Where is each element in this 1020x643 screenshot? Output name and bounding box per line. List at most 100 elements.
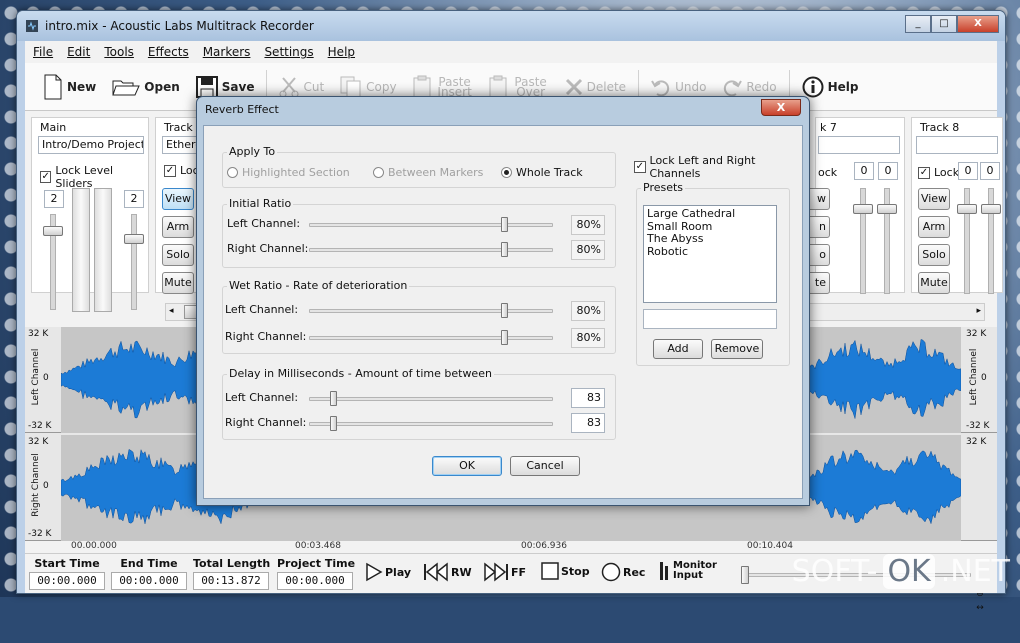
remove-preset-button[interactable]: Remove xyxy=(711,339,763,359)
ok-button[interactable]: OK xyxy=(432,456,502,476)
project-time-field: Project Time 00:00.000 xyxy=(277,557,355,590)
track-8-right-value[interactable]: 0 xyxy=(980,162,1000,180)
menu-help[interactable]: Help xyxy=(328,45,355,59)
menu-bar: File Edit Tools Effects Markers Settings… xyxy=(25,41,997,63)
dialog-body: Apply To Highlighted Section Between Mar… xyxy=(203,125,803,499)
preset-item[interactable]: Robotic xyxy=(647,245,773,259)
watermark-logo: SOFT- OK .NET xyxy=(791,554,1010,589)
cancel-button[interactable]: Cancel xyxy=(510,456,580,476)
main-right-slider[interactable] xyxy=(124,234,144,244)
track-8-view-button[interactable]: View xyxy=(918,188,950,210)
track-7-left-value[interactable]: 0 xyxy=(854,162,874,180)
minimize-button[interactable]: _ xyxy=(905,15,931,33)
preset-item[interactable]: Large Cathedral xyxy=(647,207,773,221)
main-mixer: Main Intro/Demo Project ✓ Lock Level Slid… xyxy=(31,117,149,312)
menu-file[interactable]: File xyxy=(33,45,53,59)
record-icon xyxy=(601,562,621,582)
track-8-lock-checkbox[interactable]: ✓ Lock xyxy=(918,166,959,179)
title-bar[interactable]: intro.mix - Acoustic Labs Multitrack Rec… xyxy=(17,11,1005,41)
delay-right-input[interactable]: 83 xyxy=(571,413,605,433)
apply-to-group: Apply To Highlighted Section Between Mar… xyxy=(222,145,616,188)
scroll-right-arrow-icon[interactable]: ▸ xyxy=(976,306,981,316)
wet-ratio-right-slider[interactable] xyxy=(501,330,509,345)
stop-button[interactable]: Stop xyxy=(541,562,590,580)
track-7-name-field[interactable] xyxy=(818,136,900,154)
track-8-name-field[interactable] xyxy=(916,136,998,154)
wet-ratio-left-value: 80% xyxy=(571,301,605,321)
initial-ratio-right-slider[interactable] xyxy=(501,242,509,257)
preset-name-input[interactable] xyxy=(643,309,777,329)
maximize-button[interactable]: □ xyxy=(931,15,957,33)
fast-forward-icon xyxy=(484,562,508,582)
menu-edit[interactable]: Edit xyxy=(67,45,90,59)
open-button[interactable]: Open xyxy=(104,67,187,107)
track-8-arm-button[interactable]: Arm xyxy=(918,216,950,238)
scroll-left-arrow-icon[interactable]: ◂ xyxy=(169,306,174,316)
lock-left-right-checkbox[interactable]: ✓ Lock Left and Right Channels xyxy=(634,154,802,180)
left-level-meter xyxy=(72,188,90,312)
left-channel-scale-right: 32 K 0 -32 K Left Channel xyxy=(966,329,990,431)
track-8-label: Track 8 xyxy=(920,121,960,134)
checkmark-icon: ✓ xyxy=(164,164,176,177)
delay-left-input[interactable]: 83 xyxy=(571,388,605,408)
track-1-arm-button[interactable]: Arm xyxy=(162,216,194,238)
new-button[interactable]: New xyxy=(35,67,104,107)
initial-ratio-left-value: 80% xyxy=(571,215,605,235)
menu-markers[interactable]: Markers xyxy=(203,45,251,59)
wet-ratio-group: Wet Ratio - Rate of deterioration Left C… xyxy=(222,279,616,354)
lock-level-sliders-checkbox[interactable]: ✓ Lock Level Sliders xyxy=(40,164,148,190)
paste-icon xyxy=(413,75,431,97)
track-1-mute-button[interactable]: Mute xyxy=(162,272,194,294)
end-time-field: End Time 00:00.000 xyxy=(111,557,187,590)
track-7-right-value[interactable]: 0 xyxy=(878,162,898,180)
wet-ratio-left-slider[interactable] xyxy=(501,303,509,318)
project-name-field[interactable]: Intro/Demo Project xyxy=(38,136,144,154)
wet-ratio-right-value: 80% xyxy=(571,328,605,348)
track-7-label: k 7 xyxy=(820,121,837,134)
stop-icon xyxy=(541,562,559,580)
track-7-right-slider[interactable] xyxy=(877,204,897,214)
rewind-button[interactable]: RW xyxy=(423,562,472,582)
menu-settings[interactable]: Settings xyxy=(264,45,313,59)
folder-icon xyxy=(112,80,141,95)
close-button[interactable]: X xyxy=(957,15,999,33)
dialog-close-button[interactable]: X xyxy=(761,99,801,116)
menu-tools[interactable]: Tools xyxy=(104,45,134,59)
radio-between-markers[interactable]: Between Markers xyxy=(373,166,483,179)
scissors-icon xyxy=(279,76,299,97)
initial-ratio-left-slider[interactable] xyxy=(501,217,509,232)
add-preset-button[interactable]: Add xyxy=(653,339,703,359)
undo-arrow-icon xyxy=(651,79,670,96)
track-8-solo-button[interactable]: Solo xyxy=(918,244,950,266)
main-left-slider[interactable] xyxy=(43,226,63,236)
delete-x-icon xyxy=(565,78,582,95)
track-8-left-value[interactable]: 0 xyxy=(958,162,978,180)
app-icon xyxy=(25,19,39,33)
track-8-left-slider[interactable] xyxy=(957,204,977,214)
delay-right-track xyxy=(309,422,553,426)
track-8-mixer: Track 8 ✓ Lock 0 0 View Arm Solo Mute xyxy=(911,117,1003,294)
track-8-right-slider[interactable] xyxy=(981,204,1001,214)
fast-forward-button[interactable]: FF xyxy=(483,562,526,582)
preset-item[interactable]: The Abyss xyxy=(647,232,773,246)
right-channel-scale: 32 K 0 -32 K Right Channel xyxy=(28,437,52,539)
main-left-level[interactable]: 2 xyxy=(44,190,64,208)
zoom-fit-icon[interactable]: ↔ xyxy=(976,603,984,613)
track-8-mute-button[interactable]: Mute xyxy=(918,272,950,294)
delay-right-slider[interactable] xyxy=(330,416,338,431)
right-channel-scale-right: 32 K ⊕ ⊖ ↔ xyxy=(966,437,987,613)
monitor-input-button[interactable]: Monitor Input xyxy=(659,560,717,582)
track-7-left-slider[interactable] xyxy=(853,204,873,214)
start-time-field: Start Time 00:00.000 xyxy=(29,557,105,590)
presets-list[interactable]: Large Cathedral Small Room The Abyss Rob… xyxy=(643,205,777,303)
play-button[interactable]: Play xyxy=(365,562,411,582)
track-1-solo-button[interactable]: Solo xyxy=(162,244,194,266)
radio-highlighted-section[interactable]: Highlighted Section xyxy=(227,166,350,179)
main-right-level[interactable]: 2 xyxy=(124,190,144,208)
monitor-bars-icon xyxy=(660,562,668,580)
menu-effects[interactable]: Effects xyxy=(148,45,189,59)
radio-whole-track[interactable]: Whole Track xyxy=(501,166,583,179)
track-1-view-button[interactable]: View xyxy=(162,188,194,210)
delay-left-slider[interactable] xyxy=(330,391,338,406)
record-button[interactable]: Rec xyxy=(601,562,645,582)
